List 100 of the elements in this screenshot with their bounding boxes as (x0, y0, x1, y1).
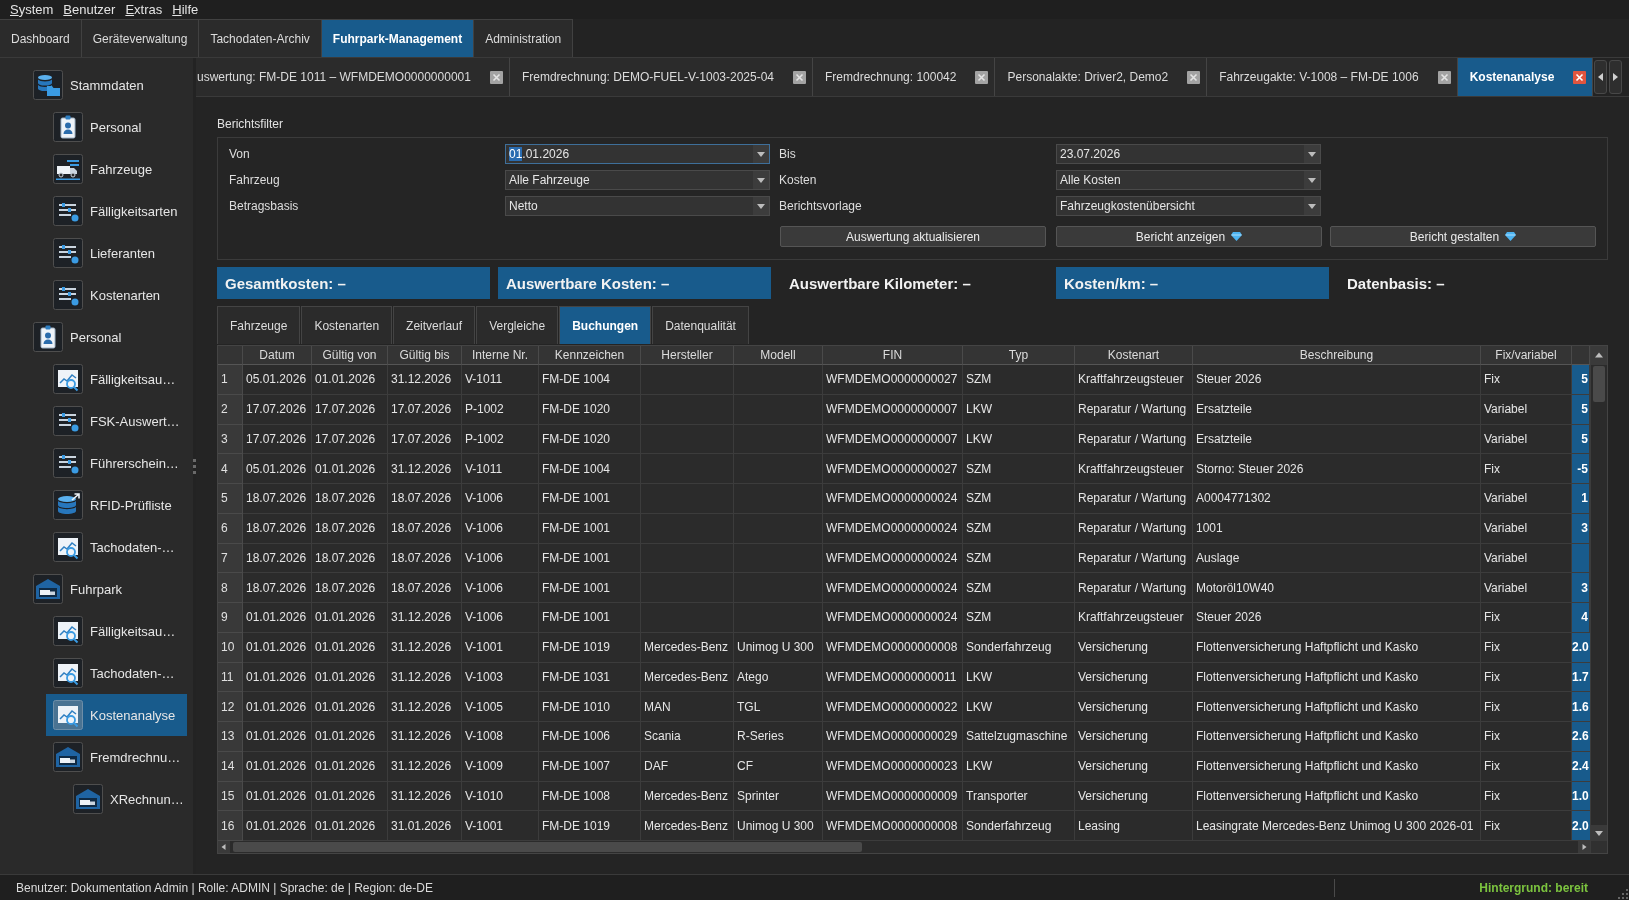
document-tab[interactable]: Fahrzeugakte: V-1008 – FM-DE 1006 (1207, 58, 1458, 96)
sidebar-item[interactable]: Fälligkeitsarten (46, 190, 187, 232)
sidebar-item[interactable]: XRechnun… (66, 778, 187, 820)
menu-item[interactable]: Hilfe (167, 1, 204, 18)
vertical-scrollbar[interactable] (1590, 346, 1607, 853)
sidebar-item[interactable]: Personal (46, 106, 187, 148)
main-tab[interactable]: Fuhrpark-Management (321, 19, 475, 57)
dropdown-field[interactable]: Fahrzeugkostenübersicht (1056, 196, 1321, 216)
table-cell: 18.07.2026 (388, 543, 462, 574)
main-tab[interactable]: Geräteverwaltung (81, 19, 200, 57)
report-tab[interactable]: Vergleiche (476, 306, 559, 344)
grip-icon[interactable] (193, 458, 196, 474)
sidebar-item[interactable]: Fuhrpark (26, 568, 187, 610)
close-icon[interactable] (793, 70, 807, 84)
table-cell: Variabel (1481, 424, 1572, 455)
table-cell: 2.4 (1572, 751, 1591, 782)
sidebar-item[interactable]: Fälligkeitsau… (46, 610, 187, 652)
column-header[interactable]: Datum (243, 346, 312, 365)
table-cell: Kraftfahrzeugsteuer (1075, 454, 1193, 484)
table-cell: 31.01.2026 (388, 811, 462, 841)
close-icon[interactable] (975, 70, 989, 84)
resize-grip-icon[interactable] (1618, 889, 1628, 899)
sidebar-item[interactable]: Fahrzeuge (46, 148, 187, 190)
report-tab[interactable]: Buchungen (559, 306, 652, 344)
scroll-right-button[interactable] (1609, 60, 1623, 94)
sidebar-item[interactable]: Tachodaten-… (46, 652, 187, 694)
report-tab[interactable]: Datenqualität (652, 306, 749, 344)
column-header[interactable]: Gültig bis (388, 346, 462, 365)
table-cell: Leasing (1075, 811, 1193, 841)
dropdown-field[interactable]: Alle Kosten (1056, 170, 1321, 190)
dropdown-field[interactable]: Netto (505, 196, 770, 216)
table-cell: 18.07.2026 (388, 573, 462, 603)
table-cell: V-1008 (462, 722, 539, 752)
sidebar-item[interactable]: Lieferanten (46, 232, 187, 274)
report-tab[interactable]: Kostenarten (301, 306, 393, 344)
kpi-tile: Auswertbare Kosten: – (498, 267, 771, 299)
column-header[interactable]: Kennzeichen (539, 346, 641, 365)
column-header[interactable]: Fix/variabel (1481, 346, 1572, 365)
table-cell: 01.01.2026 (243, 632, 312, 663)
table-cell: SZM (963, 513, 1075, 544)
main-tab[interactable]: Dashboard (0, 19, 82, 57)
report-tab[interactable]: Fahrzeuge (217, 306, 301, 344)
dropdown-field[interactable]: Alle Fahrzeuge (505, 170, 770, 190)
table-cell: SZM (963, 573, 1075, 603)
document-tab[interactable]: Fremdrechnung: 100042 (813, 58, 996, 96)
main-tab[interactable]: Administration (474, 19, 574, 57)
report-button[interactable]: Bericht anzeigen (1056, 226, 1322, 247)
scroll-left-button[interactable] (1594, 60, 1608, 94)
column-header[interactable]: Kostenart (1075, 346, 1193, 365)
table-cell: Leasingrate Mercedes-Benz Unimog U 300 2026-01 (1193, 811, 1481, 841)
table-cell: Flottenversicherung Haftpflicht und Kasko (1193, 781, 1481, 812)
main-tab[interactable]: Tachodaten-Archiv (199, 19, 322, 57)
sidebar-item[interactable]: FSK-Auswert… (46, 400, 187, 442)
table-cell: Flottenversicherung Haftpflicht und Kasko (1193, 751, 1481, 782)
close-icon[interactable] (1573, 70, 1587, 84)
sidebar-item[interactable]: Kostenanalyse (46, 694, 187, 736)
close-icon[interactable] (1437, 70, 1451, 84)
sidebar-item[interactable]: Kostenarten (46, 274, 187, 316)
scrollbar-thumb[interactable] (233, 842, 862, 852)
document-tab[interactable]: Kostenanalyse (1457, 58, 1594, 96)
table-cell: 5 (1572, 365, 1590, 395)
column-header[interactable]: Interne Nr. (462, 346, 539, 365)
table-cell: WFMDEMO0000000027 (823, 365, 963, 395)
sidebar-item[interactable]: Personal (26, 316, 187, 358)
column-header[interactable]: Modell (734, 346, 823, 365)
table-cell: WFMDEMO0000000009 (823, 781, 963, 812)
sidebar-item[interactable]: RFID-Prüfliste (46, 484, 187, 526)
list-icon (53, 448, 83, 478)
table-cell: Sonderfahrzeug (963, 632, 1075, 663)
sidebar-item[interactable]: Fälligkeitsau… (46, 358, 187, 400)
report-button[interactable]: Auswertung aktualisieren (780, 226, 1046, 247)
dropdown-field[interactable]: 01.01.2026 (505, 144, 770, 164)
column-header[interactable]: FIN (823, 346, 963, 365)
sidebar-item[interactable]: Fremdrechnu… (46, 736, 187, 778)
table-cell: 18.07.2026 (388, 513, 462, 544)
menu-item[interactable]: System (5, 1, 59, 18)
column-header[interactable]: Beschreibung (1193, 346, 1481, 365)
horizontal-scrollbar[interactable] (218, 841, 1590, 853)
report-button[interactable]: Bericht gestalten (1330, 226, 1596, 247)
column-header[interactable]: Typ (963, 346, 1075, 365)
table-cell: V-1006 (462, 543, 539, 574)
menu-item[interactable]: Benutzer (58, 1, 121, 18)
document-tab[interactable]: Personalakte: Driver2, Demo2 (995, 58, 1208, 96)
document-tab[interactable]: Fremdrechnung: DEMO-FUEL-V-1003-2025-04 (509, 58, 814, 96)
menu-item[interactable]: Extras (120, 1, 168, 18)
report-tab[interactable]: Zeitverlauf (393, 306, 476, 344)
sidebar-item[interactable]: Tachodaten-… (46, 526, 187, 568)
table-cell: R-Series (734, 722, 823, 752)
close-icon[interactable] (489, 70, 503, 84)
close-icon[interactable] (1187, 70, 1201, 84)
table-cell: 17.07.2026 (388, 424, 462, 455)
kpi-label: Auswertbare Kilometer: – (788, 273, 971, 294)
table-cell: Reparatur / Wartung (1075, 543, 1193, 574)
column-header[interactable]: Gültig von (312, 346, 388, 365)
document-tab[interactable]: uswertung: FM-DE 1011 – WFMDEMO0000000001 (196, 58, 510, 96)
column-header[interactable]: Hersteller (641, 346, 734, 365)
sidebar-item[interactable]: Führerschein… (46, 442, 187, 484)
sidebar-item[interactable]: Stammdaten (26, 64, 187, 106)
scrollbar-thumb[interactable] (1593, 366, 1605, 402)
dropdown-field[interactable]: 23.07.2026 (1056, 144, 1321, 164)
